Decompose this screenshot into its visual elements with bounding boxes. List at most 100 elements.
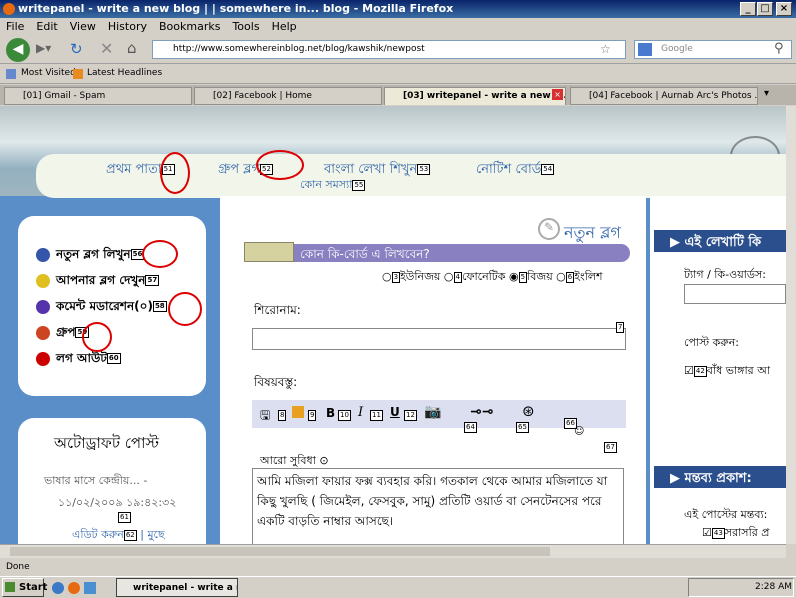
vertical-scrollbar[interactable] [786, 106, 796, 544]
left-item-comment-moderation[interactable]: কমেন্ট মডারেশন(০) 58 [36, 298, 167, 318]
edit-link[interactable]: এডিট করুন [72, 528, 124, 541]
delete-link[interactable]: মুছে [147, 528, 164, 541]
firefox-icon[interactable] [68, 582, 80, 594]
menu-view[interactable]: View [64, 18, 102, 35]
nav-label: নোটিশ বোর্ড [476, 162, 542, 177]
underline-icon[interactable]: U [390, 405, 400, 419]
search-icon[interactable]: ⚲ [774, 41, 784, 56]
autodraft-num: 61 [118, 510, 131, 523]
right-sidebar: ▶ এই লেখাটি কি ট্যাগ / কি-ওয়ার্ডস: পোস্… [650, 196, 786, 544]
editor-toolbar: 🖫 8 9 B 10 I 11 U 12 📷 ⊸⊸ 64 ⊛ 65 66 ☺ [252, 400, 626, 437]
tab-list-icon[interactable]: ▾ [764, 88, 769, 99]
left-item-label: কমেন্ট মডারেশন(০) [56, 299, 153, 313]
google-icon[interactable] [638, 43, 652, 56]
horizontal-scrollbar[interactable] [0, 544, 786, 558]
body-text: আমি মজিলা ফায়ার ফক্স ব্যবহার করি। গতকাল… [257, 474, 608, 528]
nav-num: 55 [352, 179, 366, 191]
menu-file[interactable]: File [0, 18, 30, 35]
menu-help[interactable]: Help [266, 18, 303, 35]
keyboard-prompt: কোন কি-বোর্ড এ লিখবেন? [300, 247, 430, 261]
radio-bijoy[interactable]: ◉ 5 বিজয় [509, 270, 553, 283]
left-item-label: আপনার ব্লগ দেখুন [56, 273, 146, 287]
autodraft-actions: এডিট করুন 62 | মুছে [72, 528, 165, 541]
link-icon[interactable]: ⊸⊸ [470, 404, 493, 420]
post-checkbox[interactable]: ☑ 42 বাঁধ ভাঙ্গার আ [684, 362, 770, 381]
body-label: বিষয়বস্তু: [254, 375, 298, 389]
scroll-thumb[interactable] [10, 547, 550, 556]
nav-any-problem[interactable]: কোন সমস্যা 55 [300, 176, 366, 195]
toolbar-num: 8 [278, 410, 287, 421]
radio-label: ইউনিজয় [400, 270, 441, 283]
logout-icon [36, 351, 50, 366]
left-item-view-blog[interactable]: আপনার ব্লগ দেখুন 57 [36, 272, 160, 292]
forward-button[interactable]: ▶▾ [36, 41, 58, 59]
italic-icon[interactable]: I [358, 405, 363, 420]
task-label: writepanel - write a n... [133, 583, 237, 593]
tab-facebook-photos[interactable]: [04] Facebook | Aurnab Arc's Photos ... [570, 87, 758, 105]
checkbox-num: 42 [693, 365, 707, 377]
tab-gmail[interactable]: [01] Gmail - Spam [4, 87, 192, 105]
search-placeholder: Google [661, 44, 693, 54]
left-item-num: 57 [145, 275, 160, 286]
direct-checkbox[interactable]: ☑ 43 সরাসরি প্র [702, 524, 769, 543]
nav-label: প্রথম পাতা [106, 162, 162, 177]
desktop-icon[interactable] [84, 582, 96, 594]
nav-num: 54 [541, 164, 555, 175]
radio-english[interactable]: ○ 6 ইংলিশ [556, 270, 602, 283]
bookmark-latest-headlines[interactable]: Latest Headlines [87, 68, 162, 78]
left-item-label: গ্রুপ [56, 325, 76, 339]
radio-unijoy[interactable]: ○ 3 ইউনিজয় [382, 270, 440, 283]
close-button[interactable]: × [776, 2, 792, 16]
left-item-num: 58 [152, 301, 167, 312]
radio-num: 6 [565, 271, 575, 283]
search-input[interactable]: Google [634, 40, 792, 59]
taskbar-task-writepanel[interactable]: writepanel - write a n... [116, 578, 238, 597]
bold-icon[interactable]: B [326, 406, 335, 420]
save-icon[interactable]: 🖫 [260, 406, 270, 427]
star-icon[interactable]: ☆ [600, 42, 611, 56]
title-input[interactable] [252, 328, 626, 350]
menu-history[interactable]: History [102, 18, 153, 35]
tab-label: [02] Facebook | Home [213, 91, 312, 101]
more-label: আরো সুবিধা [260, 454, 316, 467]
radio-phonetic[interactable]: ○ 4 ফোনেটিক [444, 270, 506, 283]
tab-writepanel[interactable]: [03] writepanel - write a new bl... [384, 87, 566, 105]
ie-icon[interactable] [52, 582, 64, 594]
bookmark-most-visited[interactable]: Most Visited [21, 68, 76, 78]
num-label: 7 [616, 321, 625, 333]
status-text: Done [6, 562, 30, 572]
left-item-new-blog[interactable]: নতুন ব্লগ লিখুন 56 [36, 246, 145, 266]
start-label: Start [19, 582, 48, 593]
title-num: 7 [616, 320, 625, 333]
stop-icon[interactable]: ✕ [100, 39, 113, 58]
home-icon[interactable]: ⌂ [127, 39, 137, 57]
nav-num: 53 [417, 164, 431, 175]
bookmark-icon [6, 69, 16, 79]
color-icon[interactable] [292, 406, 304, 418]
radio-label: ইংলিশ [574, 270, 603, 283]
annotation-circle [168, 292, 202, 326]
windows-icon [5, 582, 15, 592]
tab-close-icon[interactable]: × [552, 89, 563, 100]
body-textarea[interactable]: আমি মজিলা ফায়ার ফক্স ব্যবহার করি। গতকাল… [252, 468, 624, 544]
left-item-logout[interactable]: লগ আউট 60 [36, 350, 121, 370]
menu-edit[interactable]: Edit [30, 18, 63, 35]
firefox-icon [3, 3, 15, 15]
camera-icon[interactable]: 📷 [424, 404, 441, 420]
tag-input[interactable] [684, 284, 786, 304]
toolbar-num: 10 [338, 410, 351, 421]
minimize-button[interactable]: _ [740, 2, 756, 16]
maximize-button[interactable]: □ [757, 2, 773, 16]
video-icon[interactable]: ⊛ [522, 402, 535, 420]
emoticon-icon[interactable]: ☺ [574, 426, 584, 437]
tab-facebook-home[interactable]: [02] Facebook | Home [194, 87, 382, 105]
autodraft-entry[interactable]: ভাষার মাসে কেন্দ্রীয়... - [44, 472, 147, 491]
reload-icon[interactable]: ↻ [70, 40, 83, 58]
url-bar[interactable]: http://www.somewhereinblog.net/blog/kaws… [152, 40, 626, 59]
back-button[interactable]: ◀ [6, 38, 30, 62]
section-title: মন্তব্য প্রকাশ: [684, 471, 752, 486]
nav-label: বাংলা লেখা শিখুন [324, 162, 418, 177]
nav-notice-board[interactable]: নোটিশ বোর্ড 54 [476, 160, 555, 181]
menu-bookmarks[interactable]: Bookmarks [153, 18, 226, 35]
menu-tools[interactable]: Tools [226, 18, 265, 35]
